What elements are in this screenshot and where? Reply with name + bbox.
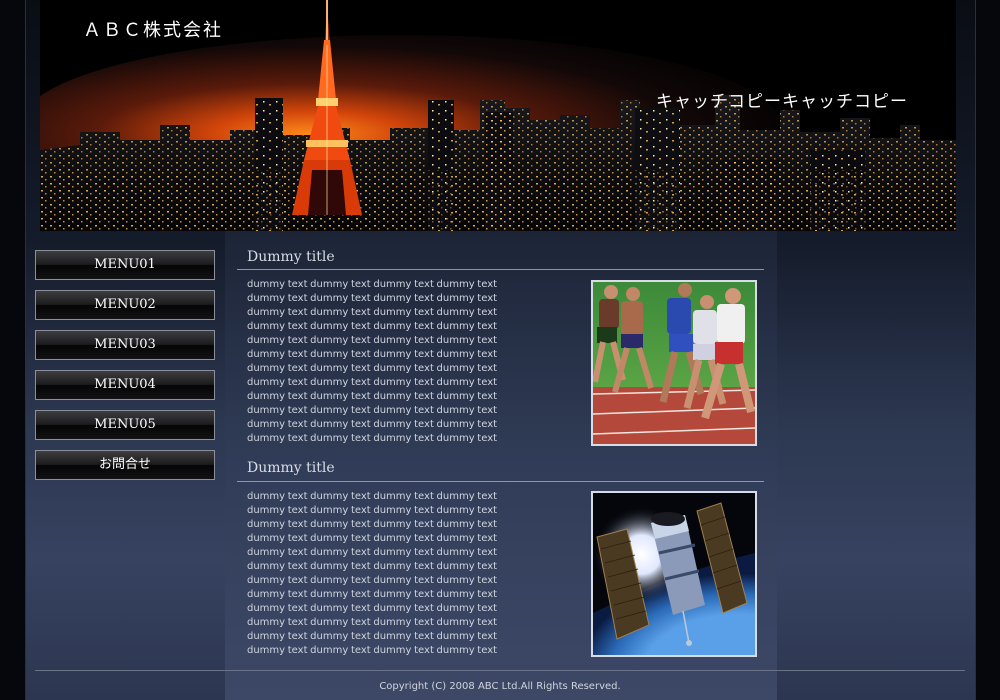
- menu-item-menu03[interactable]: MENU03: [35, 330, 215, 360]
- company-logo[interactable]: ＡＢＣ株式会社: [83, 16, 223, 42]
- catchcopy: キャッチコピーキャッチコピー: [656, 92, 908, 112]
- satellite-photo: [591, 491, 757, 657]
- sidebar-menu: MENU01 MENU02 MENU03 MENU04 MENU05 お問合せ: [35, 250, 215, 490]
- section-body-2: dummy text dummy text dummy text dummy t…: [247, 491, 498, 656]
- page: ＡＢＣ株式会社 キャッチコピーキャッチコピー MENU01 MENU02 MEN…: [0, 0, 1000, 700]
- section-divider: [237, 481, 764, 482]
- section-title-1: Dummy title: [247, 249, 335, 265]
- header-banner: ＡＢＣ株式会社 キャッチコピーキャッチコピー: [40, 0, 956, 231]
- menu-item-menu05[interactable]: MENU05: [35, 410, 215, 440]
- runners-photo: [591, 280, 757, 446]
- main-content: Dummy title dummy text dummy text dummy …: [225, 231, 777, 700]
- menu-item-menu01[interactable]: MENU01: [35, 250, 215, 280]
- menu-item-contact[interactable]: お問合せ: [35, 450, 215, 480]
- section-divider: [237, 269, 764, 270]
- footer-divider: [35, 670, 965, 671]
- section-title-2: Dummy title: [247, 460, 335, 476]
- copyright-text: Copyright (C) 2008 ABC Ltd.All Rights Re…: [379, 681, 621, 692]
- menu-item-menu04[interactable]: MENU04: [35, 370, 215, 400]
- menu-item-menu02[interactable]: MENU02: [35, 290, 215, 320]
- section-body-1: dummy text dummy text dummy text dummy t…: [247, 279, 498, 444]
